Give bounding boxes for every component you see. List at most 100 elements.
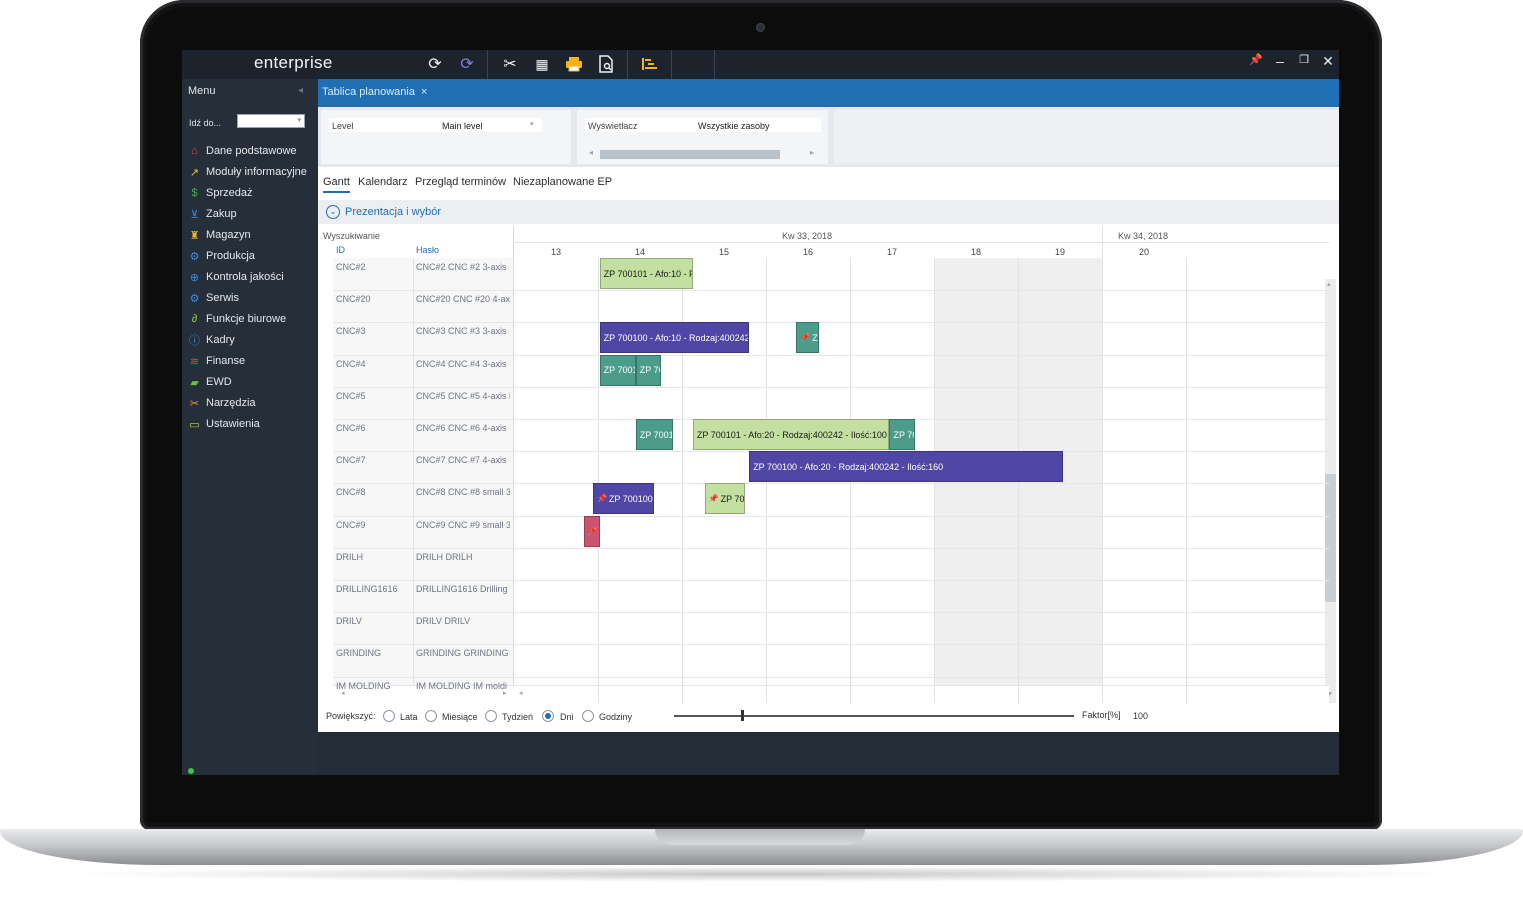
resource-id[interactable]: CNC#2	[336, 262, 366, 272]
resource-id[interactable]: IM MOLDING	[336, 681, 391, 691]
row-divider	[333, 515, 1329, 517]
resource-keyword[interactable]: CNC#8 CNC #8 small 3	[416, 487, 510, 497]
tools-icon[interactable]: ✂	[499, 53, 521, 75]
tab-calendar[interactable]: Kalendarz	[358, 176, 408, 188]
resource-id[interactable]: CNC#7	[336, 455, 366, 465]
resource-id[interactable]: DRILLING1616	[336, 584, 398, 594]
scrollbar-thumb[interactable]	[600, 150, 780, 159]
level-select[interactable]	[329, 118, 542, 132]
gantt-bar[interactable]: 📌	[583, 515, 600, 547]
minimize-icon[interactable]: –	[1272, 53, 1288, 69]
gantt-bar[interactable]: ZP 700100 - Afo:20 - Rodzaj:400242 - Ilo…	[749, 451, 1063, 483]
zoom-slider-handle[interactable]	[741, 710, 744, 721]
scrollbar-thumb[interactable]	[1325, 474, 1336, 602]
chevron-down-icon[interactable]: ▾	[530, 120, 534, 128]
refresh-icon[interactable]: ⟳	[424, 53, 446, 75]
zoom-radio-years[interactable]	[383, 710, 395, 722]
sidebar-item[interactable]: ▭ Ustawienia	[188, 415, 260, 433]
tab-planning-board[interactable]: Tablica planowania ×	[322, 86, 427, 98]
sync-icon[interactable]: ⟳	[456, 53, 478, 75]
scroll-up-icon[interactable]: ▴	[1327, 280, 1331, 288]
scroll-right-icon[interactable]: ▸	[810, 148, 814, 157]
gantt-bar[interactable]: ZP 700100 - Afo:10 - Rodzaj:400242	[599, 322, 750, 354]
resource-keyword[interactable]: CNC#2 CNC #2 3-axis	[416, 262, 510, 272]
resource-id[interactable]: CNC#8	[336, 487, 366, 497]
tab-deadline-overview[interactable]: Przegląd terminów	[415, 176, 506, 188]
scroll-left-icon[interactable]: ◂	[589, 148, 593, 157]
pin-icon[interactable]: 📌	[1248, 53, 1264, 66]
gantt-bar[interactable]: ZP 70	[889, 419, 915, 450]
gantt-bar[interactable]: ZP 700101 - Afo:20 - Rodzaj:400242 - Ilo…	[692, 419, 890, 450]
collapse-icon[interactable]: ⌄	[326, 205, 340, 219]
pin-icon[interactable]: ◂	[298, 85, 303, 96]
zoom-radio-week[interactable]	[485, 710, 497, 722]
gantt-bar[interactable]: ZP 7001	[635, 419, 673, 450]
document-search-icon[interactable]	[595, 53, 617, 75]
resource-keyword[interactable]: CNC#6 CNC #6 4-axis	[416, 423, 510, 433]
sidebar-item[interactable]: ⚙ Serwis	[188, 289, 239, 307]
tab-unplanned[interactable]: Niezaplanowane EP	[513, 176, 612, 188]
filter-scrollbar[interactable]: ◂ ▸	[586, 148, 826, 159]
scroll-left-icon[interactable]: ◂	[519, 689, 523, 697]
resource-keyword[interactable]: CNC#3 CNC #3 3-axis	[416, 326, 510, 336]
gantt-bar[interactable]: ZP 7001	[599, 354, 636, 386]
sidebar-item[interactable]: $ Sprzedaż	[188, 184, 252, 202]
section-title: Prezentacja i wybór	[345, 206, 441, 218]
sidebar-item[interactable]: ▰ EWD	[188, 373, 231, 391]
resource-id[interactable]: DRILV	[336, 616, 362, 626]
sidebar-item[interactable]: ∂ Funkcje biurowe	[188, 310, 286, 328]
close-icon[interactable]: ✕	[1320, 53, 1336, 70]
resource-keyword[interactable]: DRILLING1616 Drilling	[416, 584, 510, 594]
resource-keyword[interactable]: DRILH DRILH	[416, 552, 510, 562]
resource-id[interactable]: DRILH	[336, 552, 363, 562]
gantt-icon[interactable]	[639, 53, 661, 75]
scroll-right-icon[interactable]: ▸	[1329, 689, 1333, 697]
sidebar-item[interactable]: ⊕ Kontrola jakości	[188, 268, 284, 286]
zoom-radio-months[interactable]	[425, 710, 437, 722]
zoom-slider[interactable]	[674, 715, 1074, 717]
calendar-icon[interactable]: ▦	[531, 53, 553, 75]
sidebar-item[interactable]: ≋ Finanse	[188, 352, 245, 370]
gantt-bar[interactable]: ZP 70	[635, 354, 661, 386]
resource-id[interactable]: CNC#3	[336, 326, 366, 336]
sidebar-item[interactable]: ✂ Narzędzia	[188, 394, 256, 412]
resource-id[interactable]: CNC#4	[336, 359, 366, 369]
sidebar-item[interactable]: ↗ Moduły informacyjne	[188, 163, 307, 181]
resource-keyword[interactable]: CNC#7 CNC #7 4-axis	[416, 455, 510, 465]
main-content: Tablica planowania × Level Main level ▾ …	[318, 79, 1339, 732]
restore-icon[interactable]: ❐	[1296, 53, 1312, 66]
resource-keyword[interactable]: GRINDING GRINDING	[416, 648, 510, 658]
gantt-bar[interactable]: 📌 Z	[796, 322, 819, 354]
column-header-keyword[interactable]: Hasło	[416, 245, 439, 255]
resource-id[interactable]: CNC#5	[336, 391, 366, 401]
resource-keyword[interactable]: DRILV DRILV	[416, 616, 510, 626]
gantt-bar[interactable]: ZP 700101 - Afo:10 - F	[599, 258, 693, 289]
goto-label: Idź do...	[189, 118, 222, 128]
goto-input[interactable]: ▾	[237, 114, 305, 128]
gantt-bar[interactable]: 📌 ZP 70	[704, 483, 745, 515]
tab-gantt[interactable]: Gantt	[323, 176, 350, 193]
zoom-radio-hours[interactable]	[582, 710, 594, 722]
display-label: Wyświetlacz	[588, 121, 638, 131]
sidebar-item[interactable]: ⊻ Zakup	[188, 205, 236, 223]
sidebar-item[interactable]: ⌂ Dane podstawowe	[188, 142, 296, 160]
vertical-scrollbar[interactable]: ▴ ▾	[1325, 279, 1336, 703]
close-icon[interactable]: ×	[421, 86, 427, 98]
resource-id[interactable]: CNC#9	[336, 520, 366, 530]
resource-id[interactable]: CNC#20	[336, 294, 371, 304]
gantt-bar[interactable]: 📌 ZP 700100	[592, 483, 655, 515]
sidebar-item[interactable]: ♜ Magazyn	[188, 226, 251, 244]
column-header-id[interactable]: ID	[336, 245, 345, 255]
resource-id[interactable]: GRINDING	[336, 648, 381, 658]
resource-keyword[interactable]: CNC#5 CNC #5 4-axis h	[416, 391, 510, 401]
section-header[interactable]: ⌄ Prezentacja i wybór	[318, 200, 1339, 224]
resource-keyword[interactable]: IM MOLDING IM moldi	[416, 681, 510, 691]
resource-keyword[interactable]: CNC#9 CNC #9 small 3	[416, 520, 510, 530]
resource-keyword[interactable]: CNC#20 CNC #20 4-axi	[416, 294, 510, 304]
zoom-radio-days[interactable]	[542, 710, 554, 722]
sidebar-item[interactable]: ⚙ Produkcja	[188, 247, 255, 265]
resource-id[interactable]: CNC#6	[336, 423, 366, 433]
resource-keyword[interactable]: CNC#4 CNC #4 3-axis	[416, 359, 510, 369]
sidebar-item[interactable]: ⓘ Kadry	[188, 331, 235, 349]
print-icon[interactable]	[563, 53, 585, 75]
